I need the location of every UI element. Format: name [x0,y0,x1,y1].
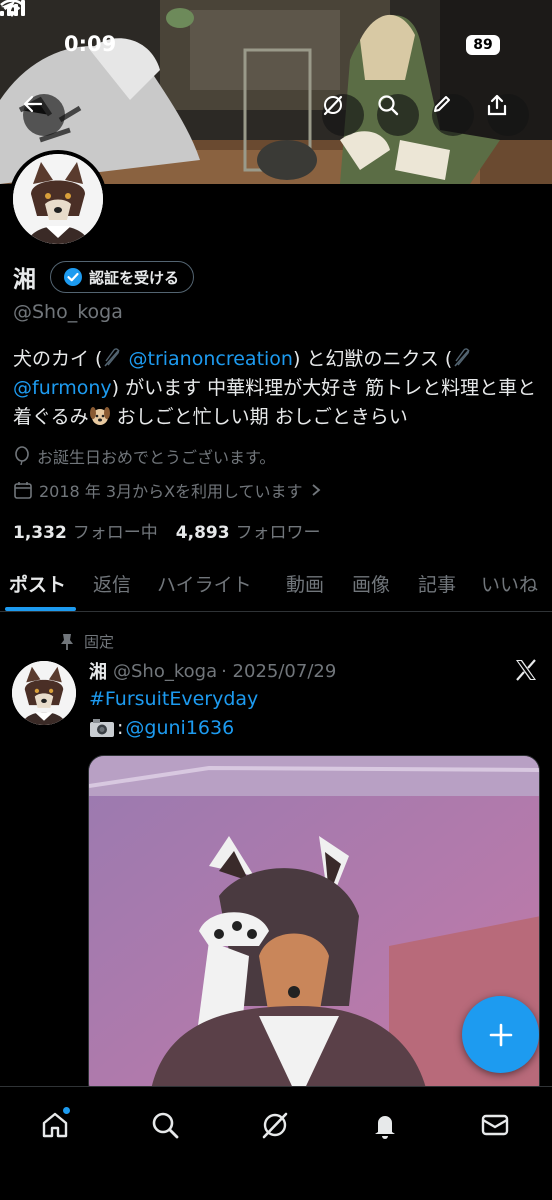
birthday-row: お誕生日おめでとうございます。 [13,444,275,468]
profile-tabs: ポスト 返信 ハイライト 動画 画像 記事 いいね [0,562,552,612]
tab-media[interactable]: 画像 [352,570,390,597]
followers-link[interactable]: 4,893 フォロワー [176,518,321,543]
tab-likes[interactable]: いいね [481,570,538,597]
tab-videos[interactable]: 動画 [286,570,324,597]
pencil-icon [434,96,450,112]
nav-home[interactable] [35,1105,75,1145]
pinned-label: 固定 [84,633,115,651]
get-verified-button[interactable]: 認証を受ける [50,261,195,293]
followers-count: 4,893 [175,523,230,543]
post-header: 湘 @Sho_koga · 2025/07/29 [89,658,336,684]
pinned-indicator: 固定 [60,631,114,652]
post-avatar[interactable] [12,661,76,725]
bio-text-2: ) と幻獣のニクス ( [292,348,453,370]
balloon-icon [15,446,29,466]
avatar-image [12,661,76,725]
post-date: · 2025/07/29 [221,660,337,682]
followers-label: フォロワー [235,523,321,543]
tab-posts[interactable]: ポスト [9,570,66,597]
wifi-icon [0,0,24,17]
bio-link-trianoncreation[interactable]: @trianoncreation [129,348,293,370]
following-label: フォロー中 [72,523,158,543]
pin-icon [61,633,73,650]
bell-icon [375,1116,395,1139]
envelope-icon [481,1114,509,1136]
chevron-right-icon [311,484,320,496]
share-button[interactable] [487,94,529,136]
post-author-handle[interactable]: @Sho_koga [113,661,217,682]
camera-icon [90,719,114,737]
profile-avatar[interactable] [9,150,107,248]
battery-indicator: 89 [466,35,500,55]
profile-display-name: 湘 [13,267,36,293]
tab-replies[interactable]: 返信 [93,570,131,597]
home-notification-dot [63,1107,70,1114]
following-count: 1,332 [13,523,67,543]
nav-messages[interactable] [475,1105,515,1145]
bottom-navigation [0,1086,552,1200]
back-button[interactable] [23,94,65,136]
plus-icon [489,1023,512,1046]
grok-icon [323,95,343,116]
search-icon [152,1112,179,1139]
share-icon [487,94,507,116]
follow-stats: 1,332 フォロー中 4,893 フォロワー [13,518,339,543]
profile-name-row: 湘 認証を受ける [13,260,195,294]
grok-icon [262,1112,288,1139]
profile-bio: 犬のカイ ( @trianoncreation) と幻獣のニクス ( @furm… [13,345,543,432]
joined-row[interactable]: 2018 年 3月からXを利用しています [13,478,329,502]
calendar-icon [14,482,32,499]
avatar-image [13,154,103,244]
tab-articles[interactable]: 記事 [418,570,456,597]
search-button[interactable] [377,94,419,136]
x-logo-icon [516,659,536,681]
bio-text-4: おしごと忙しい期 おしごときらい [110,406,408,428]
photo-credit-handle[interactable]: @guni1636 [125,717,234,739]
status-bar: 0:09 89 [0,0,552,92]
following-link[interactable]: 1,332 フォロー中 [13,518,158,543]
post-photo-credit: : @guni1636 [89,717,234,739]
profile-handle: @Sho_koga [13,301,123,323]
paperclip-icon [104,348,121,367]
bio-link-furmony[interactable]: @furmony [13,377,112,399]
post-author-name[interactable]: 湘 [89,658,107,684]
get-verified-label: 認証を受ける [89,268,180,287]
nav-search[interactable] [145,1105,185,1145]
edit-button[interactable] [432,94,474,136]
paperclip-icon [454,348,470,367]
status-time: 0:09 [64,32,117,56]
nav-grok[interactable] [255,1105,295,1145]
nav-notifications[interactable] [365,1105,405,1145]
bio-text-1: 犬のカイ ( [13,348,103,370]
post-hashtag[interactable]: #FursuitEveryday [89,688,258,710]
photo-credit-colon: : [117,717,124,739]
tab-highlights[interactable]: ハイライト [157,570,252,597]
arrow-left-icon [23,95,43,113]
joined-text: 2018 年 3月からXを利用しています [39,482,303,501]
compose-button[interactable] [462,996,539,1073]
search-icon [378,95,399,116]
verified-badge-icon [64,268,82,286]
grok-button[interactable] [322,94,364,136]
dog-face-icon [89,407,110,425]
home-icon [42,1112,68,1138]
birthday-text: お誕生日おめでとうございます。 [37,448,276,467]
active-tab-indicator [5,607,76,611]
